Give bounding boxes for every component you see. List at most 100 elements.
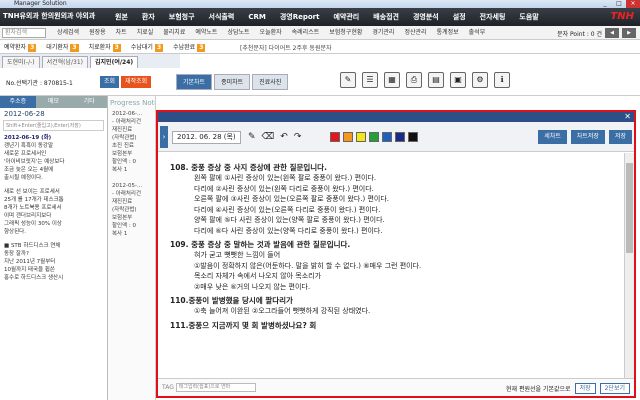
- collapse-arrow-icon[interactable]: ›: [160, 126, 168, 148]
- pen-icon[interactable]: ✎: [248, 131, 256, 143]
- patient-search-input[interactable]: 환자검색: [2, 28, 46, 38]
- re-lookup-button[interactable]: 재작조회: [121, 76, 152, 88]
- menu-item[interactable]: 전자세팅: [473, 8, 513, 26]
- tab-chief-complaint[interactable]: 주소증: [0, 96, 36, 108]
- sub-menu-item[interactable]: 속례리스트: [287, 26, 325, 40]
- menu-item[interactable]: 원본: [108, 8, 135, 26]
- status-treating[interactable]: 치료환자 3: [89, 42, 121, 52]
- menu-item[interactable]: 환자: [135, 8, 162, 26]
- sub-menu-item[interactable]: 상세검색: [52, 26, 84, 40]
- status-payment-done[interactable]: 수납완료 3: [173, 42, 206, 52]
- two-column-view-button[interactable]: 2단보기: [599, 383, 630, 394]
- progress-line: 2012-06-...: [112, 111, 143, 117]
- edit-icon[interactable]: ✎: [340, 72, 356, 88]
- memo-tabs: 주소증 메모 기타: [0, 96, 108, 108]
- info-icon[interactable]: ℹ: [494, 72, 510, 88]
- gear-icon[interactable]: ⚙: [472, 72, 488, 88]
- sub-menu-item[interactable]: 통계정보: [432, 26, 464, 40]
- sub-menu-item[interactable]: 보험청구현황: [324, 26, 367, 40]
- sub-menu-item[interactable]: 예약노트: [190, 26, 222, 40]
- tab-memo[interactable]: 메모: [35, 96, 72, 108]
- menu-item[interactable]: 경영Report: [273, 8, 327, 26]
- patient-status-bar: 예약환자 3 대기환자 3 치료환자 3 수납대기 3 수납완료 3 [추천문자] 다이어…: [0, 40, 640, 54]
- status-payment-waiting[interactable]: 수납대기 3: [131, 42, 164, 52]
- points-next-button[interactable]: ▶: [622, 28, 636, 38]
- minimize-button[interactable]: _: [598, 0, 612, 8]
- menu-item[interactable]: 경영분석: [406, 8, 446, 26]
- close-window-button[interactable]: ×: [626, 0, 640, 8]
- answer-line: ②매우 낮은 ⑥거의 나오지 않는 편이다.: [194, 282, 311, 291]
- sub-menu-item[interactable]: 상담노트: [222, 26, 254, 40]
- color-swatch[interactable]: [382, 132, 392, 142]
- color-swatch[interactable]: [395, 132, 405, 142]
- chart-document[interactable]: 108. 중풍 증상 중 사지 증상에 관한 질문입니다. 왼쪽 팔에 ①사린 증…: [158, 153, 624, 379]
- footer-save-button[interactable]: 저장: [574, 383, 596, 394]
- eraser-icon[interactable]: ⌫: [262, 131, 275, 143]
- chart-tabs: 기본차트 종미차트 진료사진: [176, 74, 289, 90]
- sub-menu-item[interactable]: 정산관리: [399, 26, 431, 40]
- patient-tab[interactable]: 서건혁(남/31): [41, 56, 89, 68]
- points-area: 문자 Point : 0 건 ◀ ▶: [557, 28, 636, 38]
- color-swatch[interactable]: [356, 132, 366, 142]
- recommended-message: [추천문자] 다이어트 2주후 동원문자: [240, 45, 332, 52]
- tag-input[interactable]: 태그입력(쉼표)으로 연마: [175, 383, 256, 392]
- progress-note-panel: Progress Note 2012-06-... - 아래처리건 재진진료 (…: [108, 96, 156, 400]
- tab-detail-chart[interactable]: 종미차트: [214, 74, 251, 90]
- menu-item[interactable]: 배송접견: [366, 8, 406, 26]
- progress-line: 복사 1: [112, 231, 128, 237]
- save-button[interactable]: 저장: [608, 130, 632, 144]
- tab-basic-chart[interactable]: 기본차트: [176, 74, 213, 90]
- lookup-button[interactable]: 조회: [100, 76, 120, 88]
- status-reserved[interactable]: 예약환자 3: [4, 42, 37, 52]
- redo-icon[interactable]: ↷: [294, 131, 302, 143]
- menu-item[interactable]: 설정: [446, 8, 473, 26]
- save-chart-button[interactable]: 차트저장: [570, 130, 605, 144]
- chart-date[interactable]: 2012. 06. 28 (목): [172, 131, 241, 144]
- window-titlebar: Manager Solution _ □ ×: [0, 0, 640, 8]
- maximize-button[interactable]: □: [612, 0, 626, 8]
- menu-item[interactable]: 서식출력: [202, 8, 242, 26]
- document-scrollbar[interactable]: [624, 153, 634, 379]
- tab-etc[interactable]: 기타: [71, 96, 108, 108]
- sub-menu-item[interactable]: 물리치료: [158, 26, 190, 40]
- sub-menu-item[interactable]: 경기관리: [367, 26, 399, 40]
- print-icon[interactable]: ⎙: [406, 72, 422, 88]
- answer-line: ①축 늘어져 이완된 ②오그라들어 뻣뻣하게 강직된 상태였다.: [194, 307, 371, 315]
- tag-label: TAG: [162, 384, 174, 391]
- color-swatch[interactable]: [330, 132, 340, 142]
- list-icon[interactable]: ☰: [362, 72, 378, 88]
- progress-line: - 아래처리건: [112, 119, 142, 125]
- memo-input-hint[interactable]: Shift+Enter(줄입고),Enter(저장): [3, 120, 104, 131]
- points-prev-button[interactable]: ◀: [605, 28, 619, 38]
- sms-points-label: 문자 Point : 0 건: [557, 30, 602, 38]
- menu-item[interactable]: 도움말: [512, 8, 545, 26]
- sub-menu-item[interactable]: 출석부: [464, 26, 491, 40]
- new-chart-button[interactable]: 세차트: [538, 130, 567, 144]
- editor-buttons: 세차트 차트저장 저장: [538, 130, 632, 144]
- sub-menu-item[interactable]: 원장용: [84, 26, 111, 40]
- patient-tab[interactable]: 도현미(-/-): [2, 56, 40, 68]
- tab-treatment-photo[interactable]: 진료사진: [252, 74, 289, 90]
- color-swatch[interactable]: [408, 132, 418, 142]
- scrollbar-thumb[interactable]: [626, 163, 633, 253]
- progress-line: 할인액 : 0: [112, 223, 137, 229]
- menu-item[interactable]: CRM: [241, 8, 273, 26]
- calendar-icon[interactable]: ▦: [384, 72, 400, 88]
- undo-icon[interactable]: ↶: [280, 131, 288, 143]
- sub-menu-item[interactable]: 오늘환자: [255, 26, 287, 40]
- answer-line: 왼쪽 팔에 ①사린 증상이 있는(왼쪽 팔로 중풍이 왔다.) 편이다.: [194, 174, 377, 182]
- close-icon[interactable]: ✕: [624, 112, 631, 122]
- menu-item[interactable]: 보험청구: [162, 8, 202, 26]
- color-swatch[interactable]: [369, 132, 379, 142]
- status-waiting[interactable]: 대기환자 3: [46, 42, 79, 52]
- sub-menu-item[interactable]: 치료실: [132, 26, 159, 40]
- progress-line: 2012-05-...: [112, 183, 143, 189]
- patient-tab-active[interactable]: 김지민(여/24): [90, 56, 139, 68]
- sub-menu-item[interactable]: 차트: [111, 26, 132, 40]
- patient-number: No.선택기관 : 870815-1: [6, 80, 73, 87]
- menu-item[interactable]: 예약관리: [326, 8, 366, 26]
- color-swatch[interactable]: [343, 132, 353, 142]
- folder-icon[interactable]: ▣: [450, 72, 466, 88]
- document-icon[interactable]: ▤: [428, 72, 444, 88]
- color-palette: [330, 132, 418, 142]
